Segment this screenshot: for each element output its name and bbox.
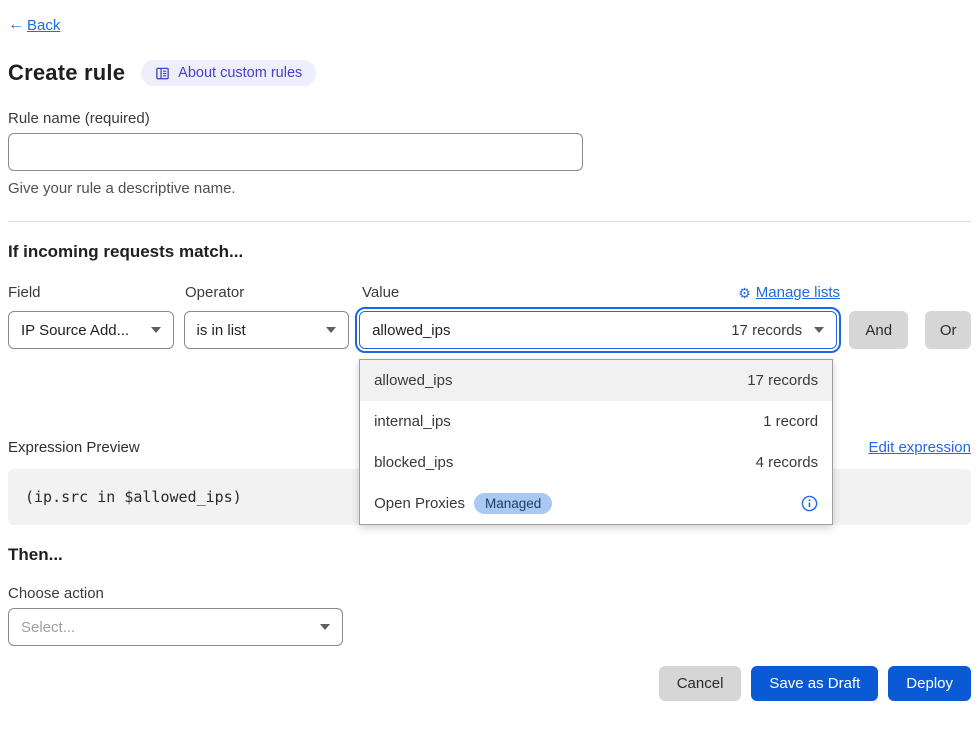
list-item-records: 17 records (747, 372, 818, 389)
save-as-draft-button[interactable]: Save as Draft (751, 666, 878, 701)
and-button[interactable]: And (849, 311, 908, 349)
info-icon[interactable] (801, 495, 818, 512)
create-rule-page: ← Back Create rule About custom rules Ru… (0, 0, 979, 739)
list-item-records: 1 record (763, 413, 818, 430)
list-item-name: allowed_ips (374, 372, 452, 389)
list-item-name: internal_ips (374, 413, 451, 430)
condition-row: IP Source Add... is in list allowed_ips … (8, 311, 971, 349)
action-select-placeholder: Select... (21, 619, 75, 636)
footer-actions: Cancel Save as Draft Deploy (8, 666, 971, 701)
back-arrow-icon: ← (8, 16, 24, 34)
operator-label: Operator (185, 284, 362, 301)
cancel-button[interactable]: Cancel (659, 666, 742, 701)
field-label: Field (8, 284, 185, 301)
deploy-button[interactable]: Deploy (888, 666, 971, 701)
chevron-down-icon (151, 327, 161, 333)
list-item-open-proxies[interactable]: Open Proxies Managed (360, 483, 832, 524)
page-title: Create rule (8, 60, 125, 86)
value-select-value: allowed_ips (372, 322, 450, 339)
expression-preview-label: Expression Preview (8, 439, 140, 456)
list-item-name: blocked_ips (374, 454, 453, 471)
value-select[interactable]: allowed_ips 17 records (359, 311, 837, 349)
edit-expression-link[interactable]: Edit expression (868, 439, 971, 456)
then-heading: Then... (8, 545, 971, 565)
book-icon (155, 66, 170, 81)
manage-lists-link[interactable]: ⚙ Manage lists (738, 284, 840, 301)
match-heading: If incoming requests match... (8, 242, 971, 262)
list-item-internal-ips[interactable]: internal_ips 1 record (360, 401, 832, 442)
rule-name-help: Give your rule a descriptive name. (8, 180, 971, 197)
or-button[interactable]: Or (925, 311, 971, 349)
managed-badge: Managed (474, 493, 552, 514)
condition-labels-row: Field Operator Value ⚙ Manage lists (8, 284, 971, 301)
field-select-value: IP Source Add... (21, 322, 129, 339)
manage-lists-label: Manage lists (756, 284, 840, 301)
back-label: Back (27, 17, 60, 34)
value-label: Value (362, 284, 399, 301)
value-select-wrap: allowed_ips 17 records allowed_ips 17 re… (359, 311, 837, 349)
list-item-blocked-ips[interactable]: blocked_ips 4 records (360, 442, 832, 483)
choose-action-label: Choose action (8, 585, 971, 602)
back-link[interactable]: ← Back (8, 16, 60, 34)
list-item-name: Open Proxies (374, 495, 465, 512)
chevron-down-icon (326, 327, 336, 333)
field-select[interactable]: IP Source Add... (8, 311, 174, 349)
action-select[interactable]: Select... (8, 608, 343, 646)
operator-select-value: is in list (197, 322, 246, 339)
operator-select[interactable]: is in list (184, 311, 350, 349)
chevron-down-icon (320, 624, 330, 630)
expression-code: (ip.src in $allowed_ips) (25, 488, 242, 506)
section-divider (8, 221, 971, 222)
chevron-down-icon (814, 327, 824, 333)
rule-name-label: Rule name (required) (8, 110, 971, 127)
title-row: Create rule About custom rules (8, 60, 971, 86)
gear-icon: ⚙ (738, 286, 751, 300)
value-select-records: 17 records (731, 322, 802, 339)
list-item-allowed-ips[interactable]: allowed_ips 17 records (360, 360, 832, 401)
rule-name-input[interactable] (8, 133, 583, 171)
list-item-records: 4 records (756, 454, 819, 471)
about-custom-rules-link[interactable]: About custom rules (141, 60, 316, 86)
about-badge-label: About custom rules (178, 65, 302, 81)
value-dropdown-menu: allowed_ips 17 records internal_ips 1 re… (359, 359, 833, 525)
